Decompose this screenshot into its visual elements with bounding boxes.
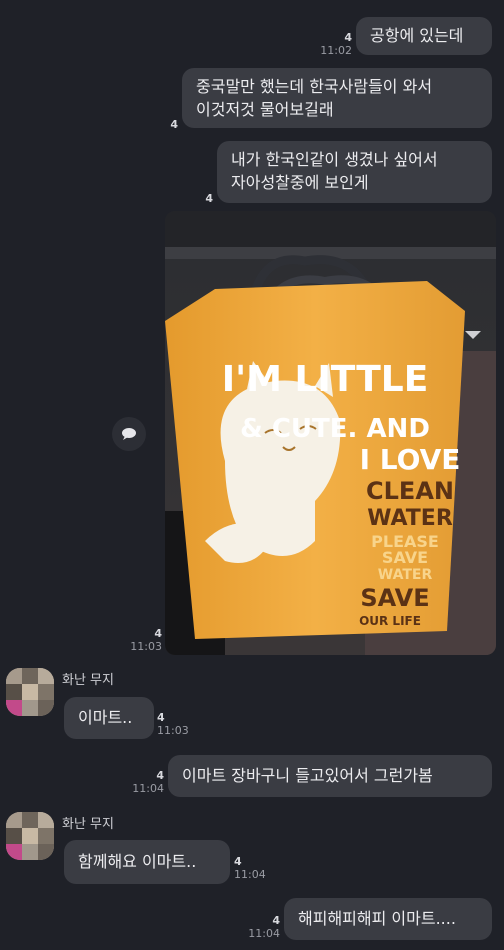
- message-meta: 4 11:03: [122, 627, 162, 653]
- message-meta: 4: [166, 118, 178, 131]
- sender-name: 화난 무지: [62, 817, 114, 832]
- sender-name: 화난 무지: [62, 673, 114, 688]
- unread-count: 4: [154, 627, 162, 640]
- timestamp: 11:02: [320, 44, 352, 57]
- message-text: 함께해요 이마트..: [78, 852, 197, 871]
- timestamp: 11:04: [132, 782, 164, 795]
- avatar[interactable]: [6, 812, 54, 860]
- speech-bubble-glyph: [122, 428, 136, 440]
- unread-count: 4: [205, 192, 213, 205]
- timestamp: 11:03: [130, 640, 162, 653]
- message-bubble[interactable]: 해피해피해피 이마트....: [284, 898, 492, 940]
- message-line: 중국말만 했는데 한국사람들이 와서: [196, 77, 433, 96]
- message-meta: 4 11:04: [240, 914, 280, 940]
- message-bubble[interactable]: 함께해요 이마트..: [64, 840, 230, 884]
- message-text: 이마트..: [78, 708, 133, 727]
- message-text: 해피해피해피 이마트....: [298, 909, 456, 928]
- unread-count: 4: [170, 118, 178, 131]
- timestamp: 11:04: [248, 927, 280, 940]
- message-line: 이것저것 물어보길래: [196, 100, 334, 119]
- message-text: 공항에 있는데: [370, 26, 464, 45]
- unread-count: 4: [344, 31, 352, 44]
- pixelated-avatar-image: [6, 812, 54, 860]
- message-bubble[interactable]: 이마트 장바구니 들고있어서 그런가봄: [168, 755, 492, 797]
- message-meta: 4 11:03: [157, 711, 197, 737]
- bag-text: CLEAN: [366, 477, 454, 505]
- bag-text: SAVE: [382, 548, 428, 567]
- shopping-bag-photo: I'M LITTLE & CUTE. AND I LOVE CLEAN WATE…: [165, 211, 496, 655]
- message-meta: 4 11:04: [124, 769, 164, 795]
- bag-text: OUR LIFE: [359, 614, 421, 628]
- bag-text: WATER: [378, 567, 433, 583]
- avatar[interactable]: [6, 668, 54, 716]
- message-line: 자아성찰중에 보인게: [231, 173, 369, 192]
- bag-text: I'M LITTLE: [222, 359, 429, 400]
- message-text: 이마트 장바구니 들고있어서 그런가봄: [182, 766, 433, 785]
- bag-text: & CUTE. AND: [240, 414, 430, 444]
- unread-count: 4: [156, 769, 164, 782]
- timestamp: 11:03: [157, 724, 189, 737]
- message-meta: 4: [201, 192, 213, 205]
- message-line: 내가 한국인같이 생겼나 싶어서: [231, 150, 438, 169]
- message-meta: 4 11:04: [234, 855, 274, 881]
- photo-message[interactable]: I'M LITTLE & CUTE. AND I LOVE CLEAN WATE…: [165, 211, 496, 655]
- message-bubble[interactable]: 중국말만 했는데 한국사람들이 와서 이것저것 물어보길래: [182, 68, 492, 128]
- comment-bubble-icon[interactable]: [112, 417, 146, 451]
- bag-text: WATER: [367, 506, 453, 531]
- message-bubble[interactable]: 이마트..: [64, 697, 154, 739]
- bag-text: SAVE: [360, 584, 429, 612]
- pixelated-avatar-image: [6, 668, 54, 716]
- message-meta: 4 11:02: [312, 31, 352, 57]
- message-bubble[interactable]: 내가 한국인같이 생겼나 싶어서 자아성찰중에 보인게: [217, 141, 492, 203]
- message-bubble[interactable]: 공항에 있는데: [356, 17, 492, 55]
- unread-count: 4: [234, 855, 242, 868]
- timestamp: 11:04: [234, 868, 266, 881]
- bag-text: I LOVE: [360, 443, 461, 476]
- unread-count: 4: [272, 914, 280, 927]
- unread-count: 4: [157, 711, 165, 724]
